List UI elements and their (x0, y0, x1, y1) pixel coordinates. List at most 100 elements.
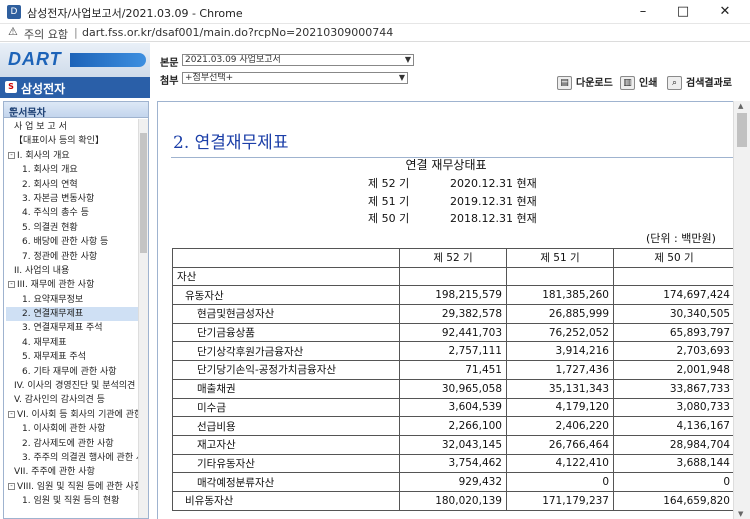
collapse-toggle-icon[interactable]: - (8, 410, 15, 418)
value-cell: 65,893,797 (613, 322, 735, 343)
toc-item-label: VII. 주주에 관한 사항 (14, 467, 95, 478)
address-bar[interactable]: ⚠ 주의 요함 | dart.fss.or.kr/dsaf001/main.do… (0, 24, 750, 42)
toc-item-label: 1. 회사의 개요 (22, 165, 78, 176)
toc-scrollbar[interactable] (138, 119, 148, 518)
scroll-up-icon[interactable]: ▲ (738, 102, 743, 110)
collapse-toggle-icon[interactable]: - (8, 281, 15, 289)
toc-item[interactable]: - III. 재무에 관한 사항 (6, 278, 138, 292)
maximize-button[interactable]: □ (668, 2, 698, 22)
balance-sheet-table: 제 52 기 제 51 기 제 50 기 자산 유동자산 198,215,579 18… (172, 248, 735, 511)
close-button[interactable]: ✕ (710, 2, 740, 22)
toc-item-label: 3. 주주의 의결권 행사에 관한 사항 (22, 452, 138, 463)
download-button[interactable]: ▤ 다운로드 (557, 74, 613, 90)
toc-item[interactable]: V. 감사인의 감사의견 등 (6, 393, 138, 407)
value-cell: 30,965,058 (399, 378, 507, 399)
toc-item[interactable]: IV. 이사의 경영진단 및 분석의견 (6, 379, 138, 393)
security-status[interactable]: 주의 요함 (24, 26, 68, 42)
period-date: 2020.12.31 현재 (450, 177, 537, 190)
window-title: 삼성전자/사업보고서/2021.03.09 - Chrome (27, 7, 243, 20)
collapse-toggle-icon[interactable]: - (8, 151, 15, 159)
toc-list: 사 업 보 고 서 【대표이사 등의 확인】 - I. 회사의 개요 1. 회사의 개요… (6, 120, 138, 509)
toc-item[interactable]: 1. 회사의 개요 (6, 163, 138, 177)
company-name: 삼성전자 (21, 82, 66, 96)
chevron-down-icon: ▼ (404, 55, 411, 64)
collapse-toggle-icon[interactable]: - (8, 482, 15, 490)
toc-item[interactable]: 1. 이사회에 관한 사항 (6, 422, 138, 436)
table-row: 자산 (172, 266, 735, 287)
toc-item[interactable]: 7. 정관에 관한 사항 (6, 250, 138, 264)
toc-item[interactable]: 【대표이사 등의 확인】 (6, 134, 138, 148)
toc-item[interactable]: 5. 의결권 현황 (6, 221, 138, 235)
dart-logo[interactable]: DART (0, 43, 150, 77)
collapse-icon[interactable]: « (9, 104, 145, 115)
toc-item[interactable]: VII. 주주에 관한 사항 (6, 465, 138, 479)
table-body: 자산 유동자산 198,215,579 181,385,260 174,697,424 현… (172, 266, 735, 511)
minimize-button[interactable]: – (628, 2, 658, 22)
toc-item[interactable]: - I. 회사의 개요 (6, 149, 138, 163)
toc-item-label: 4. 재무제표 (22, 337, 67, 348)
value-cell: 3,754,462 (399, 453, 507, 474)
account-name-cell: 단기상각후원가금융자산 (172, 341, 400, 362)
toc-item[interactable]: 3. 자본금 변동사항 (6, 192, 138, 206)
unit-label: (단위 : 백만원) (646, 232, 716, 245)
value-cell: 1,727,436 (506, 360, 614, 380)
toc-item[interactable]: 1. 요약재무정보 (6, 293, 138, 307)
toc-item-label: V. 감사인의 감사의견 등 (14, 395, 105, 406)
attach-select[interactable]: +첨부선택+ ▼ (182, 72, 408, 84)
search-results-button[interactable]: ⌕ 검색결과로 (667, 74, 732, 90)
content-scrollbar-thumb[interactable] (737, 113, 747, 147)
print-button[interactable]: ▥ 인쇄 (620, 74, 657, 90)
value-cell: 2,001,948 (613, 360, 735, 380)
account-name-cell: 유동자산 (172, 285, 400, 306)
toc-item[interactable]: 3. 연결재무제표 주석 (6, 321, 138, 335)
table-header-row: 제 52 기 제 51 기 제 50 기 (172, 248, 735, 268)
account-name-cell: 매각예정분류자산 (172, 472, 400, 492)
toc-item[interactable]: 2. 회사의 연혁 (6, 178, 138, 192)
toc-item[interactable]: II. 사업의 내용 (6, 264, 138, 278)
url-text[interactable]: dart.fss.or.kr/dsaf001/main.do?rcpNo=202… (82, 26, 393, 39)
value-cell: 2,703,693 (613, 341, 735, 362)
toc-item[interactable]: - VI. 이사회 등 회사의 기관에 관한 (6, 408, 138, 422)
toc-item[interactable]: 4. 재무제표 (6, 336, 138, 350)
toc-item-label: 6. 배당에 관한 사항 등 (22, 237, 109, 248)
toc-item-label: VI. 이사회 등 회사의 기관에 관한 (17, 409, 138, 420)
toc-item[interactable]: 6. 배당에 관한 사항 등 (6, 235, 138, 249)
toc-item[interactable]: - VIII. 임원 및 직원 등에 관한 사항 (6, 480, 138, 494)
value-cell (613, 266, 735, 287)
toc-item-label: VIII. 임원 및 직원 등에 관한 사항 (17, 481, 138, 492)
value-cell: 29,382,578 (399, 304, 507, 324)
download-label: 다운로드 (576, 78, 613, 89)
main-doc-label: 본문 (160, 58, 179, 69)
value-cell: 3,604,539 (399, 397, 507, 418)
table-row: 재고자산 32,043,145 26,766,464 28,984,704 (172, 434, 735, 455)
content-scrollbar[interactable]: ▲ ▼ (733, 101, 750, 519)
value-cell: 3,080,733 (613, 397, 735, 418)
toc-item[interactable]: 4. 주식의 총수 등 (6, 206, 138, 220)
account-name-cell: 단기금융상품 (172, 322, 400, 343)
value-cell: 33,867,733 (613, 378, 735, 399)
toc-item[interactable]: 6. 기타 재무에 관한 사항 (6, 365, 138, 379)
search-results-label: 검색결과로 (686, 78, 732, 89)
toc-item-label: 2. 연결재무제표 (22, 309, 84, 320)
value-cell: 3,688,144 (613, 453, 735, 474)
toc-item[interactable]: 3. 주주의 의결권 행사에 관한 사항 (6, 451, 138, 465)
toc-item[interactable]: 사 업 보 고 서 (6, 120, 138, 134)
toc-item[interactable]: 5. 재무제표 주석 (6, 350, 138, 364)
table-row: 유동자산 198,215,579 181,385,260 174,697,424 (172, 285, 735, 306)
logo-text: DART (8, 49, 62, 69)
main-doc-select[interactable]: 2021.03.09 사업보고서 ▼ (182, 54, 414, 66)
toc-item[interactable]: 2. 감사제도에 관한 사항 (6, 437, 138, 451)
scroll-down-icon[interactable]: ▼ (738, 510, 743, 518)
download-icon: ▤ (557, 76, 572, 90)
value-cell: 35,131,343 (506, 378, 614, 399)
toc-item[interactable]: 1. 임원 및 직원 등의 현황 (6, 494, 138, 508)
account-name-cell: 자산 (172, 266, 400, 287)
header-cell: 제 51 기 (506, 248, 614, 268)
main-doc-value: 2021.03.09 사업보고서 (185, 55, 281, 65)
toc-item[interactable]: 2. 연결재무제표 (6, 307, 138, 322)
printer-icon: ▥ (620, 76, 635, 90)
value-cell: 2,406,220 (506, 416, 614, 436)
toc-scrollbar-thumb[interactable] (140, 133, 147, 253)
toc-item-label: 1. 요약재무정보 (22, 294, 84, 305)
warning-icon[interactable]: ⚠ (8, 25, 18, 38)
